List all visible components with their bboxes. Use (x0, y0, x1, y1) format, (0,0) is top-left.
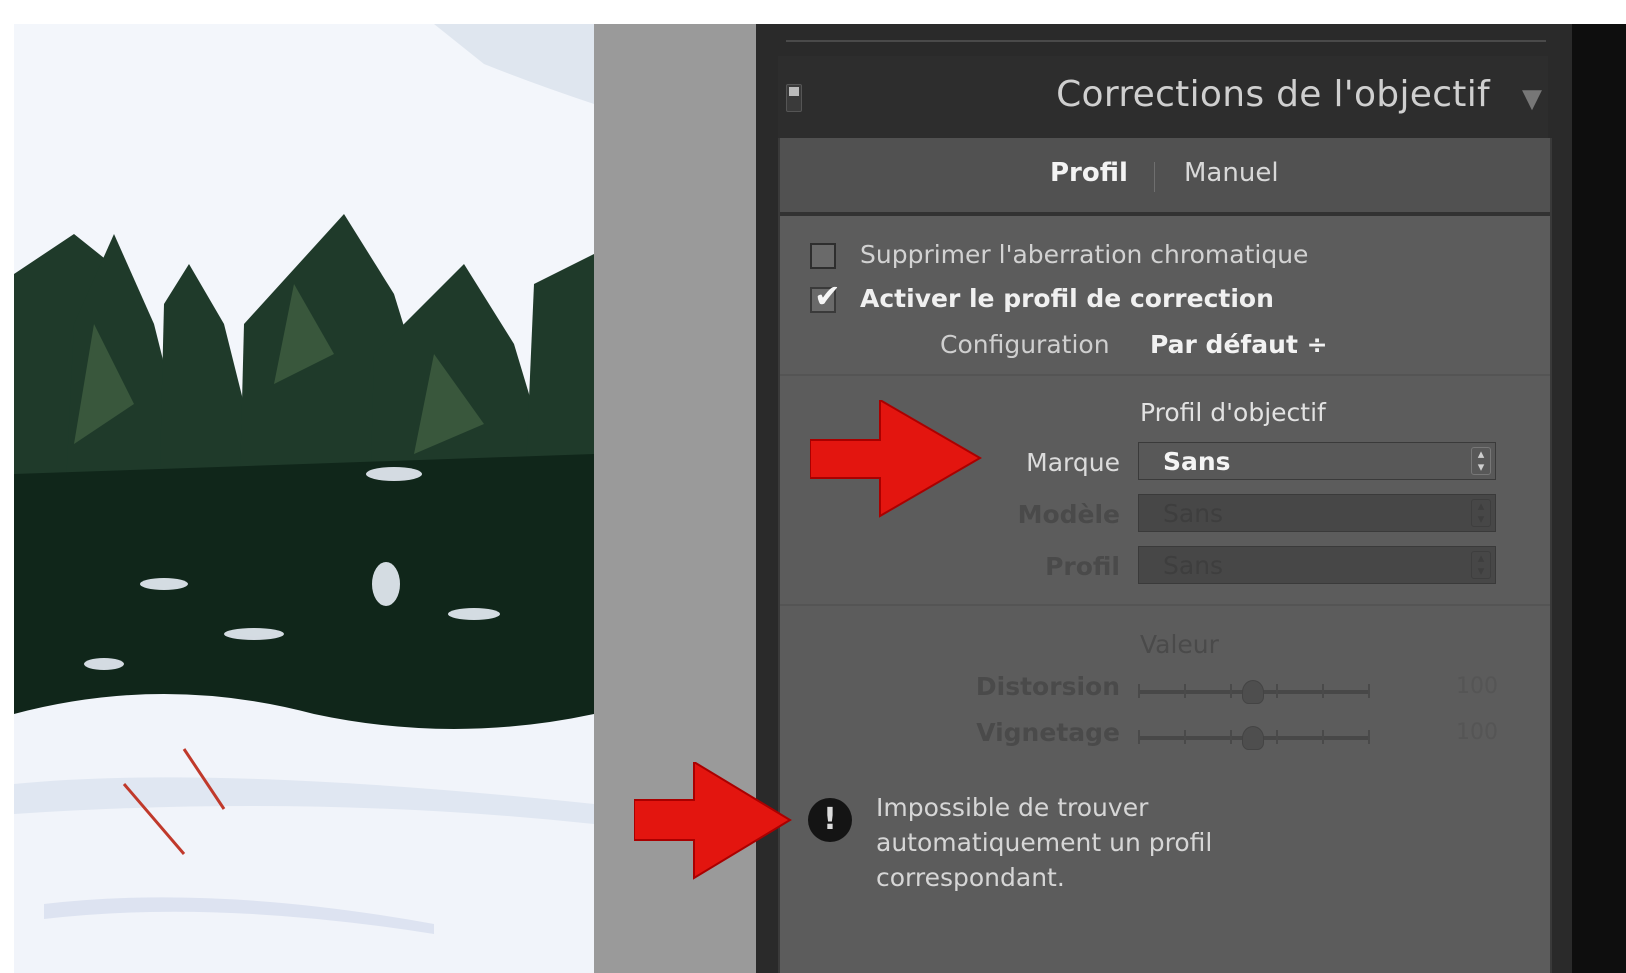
model-label: Modèle (1017, 500, 1120, 529)
section-divider (780, 374, 1550, 376)
vignetting-value: 100 (1456, 720, 1498, 745)
red-arrow-icon (634, 762, 792, 880)
enable-profile-correction-label: Activer le profil de correction (860, 284, 1274, 313)
vignetting-slider-thumb[interactable] (1242, 726, 1264, 750)
tab-manuel[interactable]: Manuel (1184, 158, 1279, 188)
panel-separator (786, 40, 1546, 42)
distortion-slider-thumb[interactable] (1242, 680, 1264, 704)
tab-bar: Profil Manuel (780, 138, 1550, 216)
section-divider (780, 604, 1550, 606)
photo-preview (14, 24, 594, 973)
up-down-arrows-icon: ▴ ▾ (1471, 551, 1491, 579)
remove-chromatic-aberration-label: Supprimer l'aberration chromatique (860, 240, 1309, 269)
distortion-label: Distorsion (975, 672, 1120, 701)
make-label: Marque (1026, 448, 1120, 477)
profile-select-value: Sans (1163, 551, 1224, 580)
configuration-row: Configuration Par défaut ÷ (940, 330, 1328, 359)
enable-profile-correction-row[interactable]: ✔ Activer le profil de correction (810, 277, 1274, 315)
profile-label: Profil (1045, 552, 1120, 581)
vignetting-label: Vignetage (976, 718, 1120, 747)
remove-chromatic-aberration-row[interactable]: Supprimer l'aberration chromatique (810, 240, 1308, 269)
tab-separator (1154, 162, 1155, 192)
make-select[interactable]: Sans ▴ ▾ (1138, 442, 1496, 480)
snowy-forest-image (14, 24, 594, 973)
up-down-arrows-icon: ▴ ▾ (1471, 499, 1491, 527)
exclamation-icon: ! (808, 798, 852, 842)
make-select-value: Sans (1163, 447, 1231, 476)
vignetting-slider[interactable] (1138, 726, 1370, 750)
remove-chromatic-aberration-checkbox[interactable] (810, 243, 836, 269)
triangle-down-icon[interactable]: ▼ (1522, 84, 1542, 114)
distortion-value: 100 (1456, 674, 1498, 699)
lens-profile-header: Profil d'objectif (1140, 398, 1326, 427)
panel-title: Corrections de l'objectif (1056, 74, 1490, 115)
panel-header[interactable]: Corrections de l'objectif ▼ (778, 56, 1548, 138)
warning-message: Impossible de trouver automatiquement un… (876, 793, 1213, 892)
red-arrow-icon (810, 400, 982, 518)
checkmark-icon: ✔ (814, 277, 841, 315)
profile-select[interactable]: Sans ▴ ▾ (1138, 546, 1496, 584)
model-select[interactable]: Sans ▴ ▾ (1138, 494, 1496, 532)
enable-profile-correction-checkbox[interactable]: ✔ (810, 277, 841, 315)
distortion-slider[interactable] (1138, 680, 1370, 704)
panel-body: Profil Manuel Supprimer l'aberration chr… (778, 138, 1552, 973)
panel-switch-icon[interactable] (786, 84, 802, 112)
tab-profil[interactable]: Profil (1050, 158, 1128, 188)
configuration-label: Configuration (940, 330, 1110, 359)
model-select-value: Sans (1163, 499, 1224, 528)
configuration-select[interactable]: Par défaut ÷ (1150, 330, 1328, 359)
up-down-arrows-icon: ▴ ▾ (1471, 447, 1491, 475)
amount-header: Valeur (1140, 630, 1219, 659)
window-edge (1572, 24, 1626, 973)
